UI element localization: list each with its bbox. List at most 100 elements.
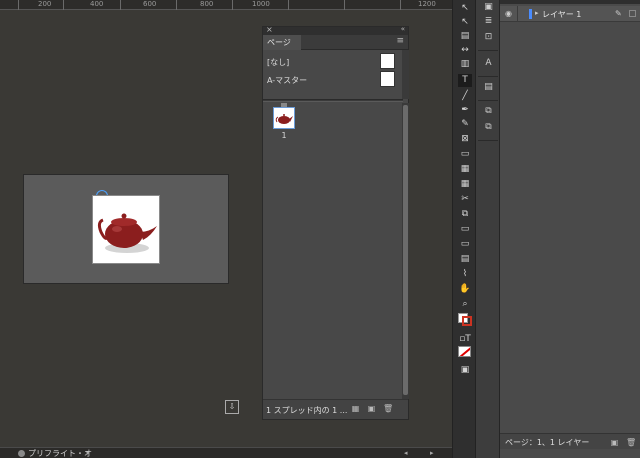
scroll-left-icon[interactable]: ◂ bbox=[404, 448, 408, 458]
grid-tool-icon[interactable]: ▦ bbox=[458, 178, 472, 191]
page-tool-icon[interactable]: ▤ bbox=[458, 30, 472, 43]
panel-splitter[interactable] bbox=[263, 99, 403, 102]
rectangle-tool-icon[interactable]: ▭ bbox=[458, 148, 472, 161]
pencil-tool-icon[interactable]: ✎ bbox=[458, 118, 472, 131]
dock-separator bbox=[478, 76, 498, 77]
pages-scrollbar[interactable] bbox=[402, 103, 409, 399]
scroll-thumb[interactable] bbox=[403, 105, 408, 395]
eye-icon[interactable]: ◉ bbox=[505, 9, 512, 18]
masters-scrollbar[interactable] bbox=[402, 50, 409, 99]
gap-tool-icon[interactable]: ↔ bbox=[458, 44, 472, 57]
tools-panel: ↖ ↖ ▤ ↔ ▥ T ╱ ✒ ✎ ⊠ ▭ ▦ ▦ ✂ ⧉ ▭ ▭ ▤ ⌇ ✋ … bbox=[452, 0, 476, 458]
ruler-tick bbox=[176, 0, 177, 10]
tab-pages[interactable]: ページ bbox=[263, 35, 301, 50]
note-tool-icon[interactable]: ▤ bbox=[458, 253, 472, 266]
character-styles-icon[interactable]: A bbox=[483, 58, 494, 69]
horizontal-ruler[interactable]: 200 400 600 800 1000 1200 bbox=[0, 0, 452, 10]
pages-footer: 1 スプレッド内の 1 ... ▦ ▣ 🗑 bbox=[263, 399, 408, 419]
ruler-tick bbox=[63, 0, 64, 10]
scroll-right-icon[interactable]: ▸ bbox=[430, 448, 434, 458]
layer-row[interactable]: ◉ ▸ レイヤー 1 ✎ bbox=[500, 6, 640, 22]
ruler-label: 1000 bbox=[252, 0, 270, 8]
panel-dock: ▣ ≣ ⊡ A ▤ ⧉ ⧉ bbox=[476, 0, 500, 458]
page-count-text: 1 スプレッド内の 1 ... bbox=[266, 406, 348, 415]
layers-panel: ◉ ▸ レイヤー 1 ✎ ページ：1、1 レイヤー ▣ 🗑 bbox=[500, 0, 640, 458]
direct-selection-icon[interactable]: ↖ bbox=[458, 16, 472, 29]
scissors-icon[interactable]: ✂ bbox=[458, 193, 472, 206]
ruler-label: 600 bbox=[143, 0, 157, 8]
layer-count-text: ページ：1、1 レイヤー bbox=[505, 438, 590, 447]
pages-panel-icon[interactable]: ▣ bbox=[483, 2, 494, 13]
close-icon[interactable]: × bbox=[266, 25, 273, 34]
collapse-icon[interactable]: « bbox=[401, 25, 405, 33]
pen-tool-icon[interactable]: ✒ bbox=[458, 104, 472, 117]
new-page-icon[interactable]: ▣ bbox=[367, 405, 376, 413]
page-number: 1 bbox=[281, 131, 287, 140]
chevron-down-icon[interactable]: ▾ bbox=[86, 448, 90, 458]
dock-separator bbox=[478, 100, 498, 101]
ruler-label: 800 bbox=[200, 0, 214, 8]
stroke-swatch[interactable] bbox=[462, 316, 472, 326]
ruler-tick bbox=[18, 0, 19, 10]
tab-label: ページ bbox=[267, 38, 291, 47]
master-label: A-マスター bbox=[267, 76, 308, 85]
master-thumbnail[interactable] bbox=[380, 53, 395, 69]
master-label: [なし] bbox=[267, 58, 290, 67]
effects-panel-icon[interactable]: ⧉ bbox=[483, 106, 494, 117]
page-size-icon[interactable]: ▦ bbox=[351, 405, 360, 413]
hand-tool-icon[interactable]: ✋ bbox=[458, 283, 472, 296]
ruler-tick bbox=[120, 0, 121, 10]
apply-none-icon[interactable] bbox=[458, 346, 471, 357]
gradient-swatch-icon[interactable]: ▭ bbox=[458, 223, 472, 236]
table-tool-icon[interactable]: ▦ bbox=[458, 163, 472, 176]
image-frame[interactable] bbox=[92, 195, 160, 264]
rectangle-frame-icon[interactable]: ⊠ bbox=[458, 133, 472, 146]
content-collector-icon[interactable]: ▥ bbox=[458, 58, 472, 71]
page-thumbnail[interactable] bbox=[273, 107, 295, 129]
preflight-status[interactable]: プリフライト・オ bbox=[28, 448, 92, 458]
place-cursor-icon: ⇩ bbox=[225, 400, 239, 414]
object-styles-icon[interactable]: ⧉ bbox=[483, 122, 494, 133]
ruler-label: 1200 bbox=[418, 0, 436, 8]
format-container-icon[interactable]: ▫T bbox=[458, 333, 472, 346]
column-divider bbox=[517, 6, 518, 22]
zoom-tool-icon[interactable]: ⌕ bbox=[458, 298, 472, 311]
master-a[interactable]: A-マスター bbox=[263, 71, 403, 89]
gradient-feather-icon[interactable]: ▭ bbox=[458, 238, 472, 251]
disclosure-triangle-icon[interactable]: ▸ bbox=[535, 9, 539, 17]
eyedropper-icon[interactable]: ⌇ bbox=[458, 268, 472, 281]
links-panel-icon[interactable]: ⊡ bbox=[483, 32, 494, 43]
layers-panel-icon[interactable]: ≣ bbox=[483, 16, 494, 27]
selection-arrow-icon[interactable]: ↖ bbox=[458, 2, 472, 15]
type-tool-icon[interactable]: T bbox=[458, 74, 472, 87]
panel-menu-icon[interactable]: ≡ bbox=[396, 36, 404, 46]
teapot-thumbnail-icon bbox=[275, 114, 293, 124]
pages-panel: × « ページ ≡ [なし] A-マスター 1 1 スプレッド内の 1 ... … bbox=[262, 25, 409, 420]
screen-mode-icon[interactable]: ▣ bbox=[458, 364, 472, 377]
pen-target-icon: ✎ bbox=[615, 9, 622, 18]
trash-icon[interactable]: 🗑 bbox=[383, 405, 393, 413]
text-wrap-icon[interactable]: ▤ bbox=[483, 82, 494, 93]
ruler-label: 400 bbox=[90, 0, 104, 8]
ruler-tick bbox=[232, 0, 233, 10]
layer-name[interactable]: レイヤー 1 bbox=[542, 9, 581, 20]
preflight-status-icon[interactable] bbox=[18, 450, 25, 457]
line-tool-icon[interactable]: ╱ bbox=[458, 90, 472, 103]
layers-footer: ページ：1、1 レイヤー ▣ 🗑 bbox=[500, 433, 640, 449]
ruler-tick bbox=[400, 0, 401, 10]
ruler-tick bbox=[288, 0, 289, 10]
free-transform-icon[interactable]: ⧉ bbox=[458, 208, 472, 221]
panel-title-bar[interactable] bbox=[500, 0, 640, 4]
teapot-image bbox=[97, 213, 157, 253]
trash-icon[interactable]: 🗑 bbox=[626, 439, 636, 447]
layer-color-swatch bbox=[529, 9, 532, 19]
status-bar: プリフライト・オ ▾ ◂ ▸ bbox=[0, 447, 452, 458]
dock-separator bbox=[478, 50, 498, 51]
ruler-tick bbox=[344, 0, 345, 10]
panel-title-bar[interactable]: × « bbox=[263, 25, 408, 35]
master-thumbnail[interactable] bbox=[380, 71, 395, 87]
selection-square-icon[interactable] bbox=[629, 10, 636, 17]
master-none[interactable]: [なし] bbox=[263, 53, 403, 71]
new-layer-icon[interactable]: ▣ bbox=[610, 439, 619, 447]
panel-tab-row: ページ ≡ bbox=[263, 35, 408, 50]
